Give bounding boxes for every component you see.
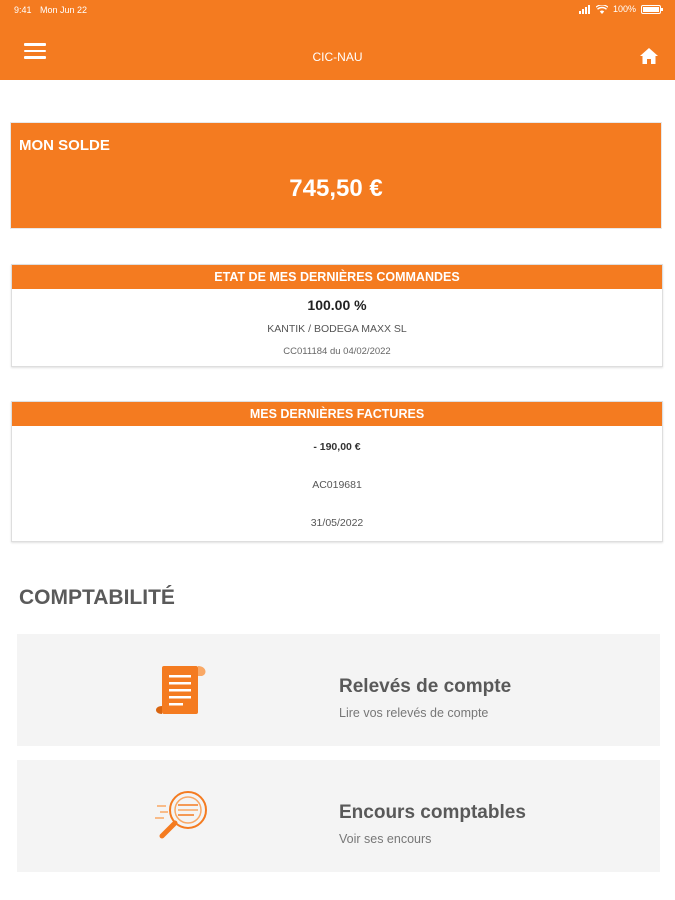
invoices-card[interactable]: MES DERNIÈRES FACTURES - 190,00 € AC0196…: [11, 401, 663, 542]
page-title: CIC-NAU: [312, 50, 363, 64]
app-header: 9:41 Mon Jun 22 100% CIC-NAU: [0, 0, 675, 80]
invoice-number: AC019681: [312, 479, 362, 491]
order-progress-percent: 100.00 %: [307, 297, 367, 313]
tile-subtitle: Voir ses encours: [339, 832, 432, 846]
invoice-amount: - 190,00 €: [313, 441, 361, 453]
signal-icon: [578, 4, 590, 14]
status-bar: 9:41 Mon Jun 22 100%: [0, 0, 675, 20]
battery-percent: 100%: [612, 4, 636, 14]
status-indicators: 100%: [578, 4, 663, 14]
invoice-date: 31/05/2022: [310, 517, 364, 529]
outstanding-balances-tile[interactable]: Encours comptables Voir ses encours: [17, 760, 660, 872]
status-time: 9:41: [14, 5, 32, 15]
menu-icon: [24, 43, 46, 46]
balance-amount: 745,50 €: [289, 175, 383, 202]
tile-title: Relevés de compte: [339, 676, 512, 697]
orders-card[interactable]: ETAT DE MES DERNIÈRES COMMANDES 100.00 %…: [11, 264, 663, 367]
home-icon: [640, 48, 658, 64]
order-reference: CC011184 du 04/02/2022: [283, 346, 391, 357]
invoices-card-title: MES DERNIÈRES FACTURES: [12, 402, 662, 426]
order-customer: KANTIK / BODEGA MAXX SL: [267, 323, 407, 335]
orders-card-title: ETAT DE MES DERNIÈRES COMMANDES: [12, 265, 662, 289]
status-date: Mon Jun 22: [40, 5, 88, 15]
home-button[interactable]: [639, 46, 659, 66]
account-statements-tile[interactable]: Relevés de compte Lire vos relevés de co…: [17, 634, 660, 746]
accounting-section-title: COMPTABILITÉ: [19, 586, 175, 609]
wifi-icon: [595, 4, 608, 14]
magnifier-search-icon: [155, 791, 207, 839]
balance-label: MON SOLDE: [19, 137, 110, 154]
tile-title: Encours comptables: [339, 802, 526, 823]
battery-icon: [641, 4, 663, 14]
balance-card: MON SOLDE 745,50 €: [10, 122, 662, 229]
scroll-document-icon: [156, 666, 206, 714]
tile-subtitle: Lire vos relevés de compte: [339, 706, 489, 720]
